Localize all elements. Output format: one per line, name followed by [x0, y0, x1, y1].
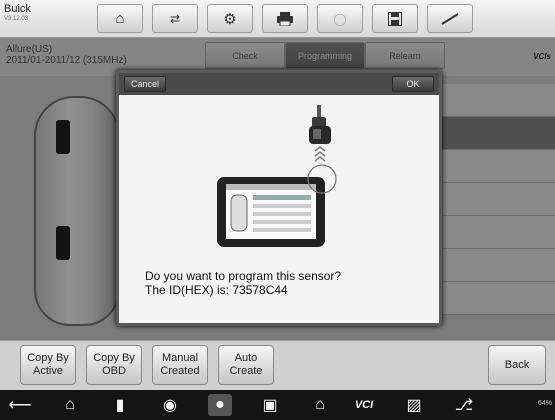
program-sensor-dialog: Cancel OK Do you want to program this se…	[116, 70, 442, 326]
tpms-sensor-icon	[309, 105, 331, 144]
settings-button[interactable]: ⚙	[207, 4, 253, 33]
usb-icon[interactable]: ⎇	[452, 394, 476, 416]
recent-apps-icon[interactable]: ▮	[108, 394, 132, 416]
annotate-button[interactable]	[427, 4, 473, 33]
vehicle-swap-icon: ⇄	[169, 11, 181, 26]
screen-record-icon[interactable]: ▣	[258, 394, 282, 416]
vehicle-swap-button[interactable]: ⇄	[152, 4, 198, 33]
dialog-message: Do you want to program this sensor? The …	[145, 269, 341, 297]
tablet-device-icon	[217, 177, 325, 247]
home-icon: ⌂	[115, 10, 125, 27]
save-button[interactable]	[372, 4, 418, 33]
back-button[interactable]: Back	[488, 345, 546, 385]
print-button[interactable]	[262, 4, 308, 33]
camera-icon[interactable]: ●	[208, 394, 232, 416]
app-version: V3.12.03	[4, 16, 29, 22]
programming-illustration	[217, 105, 337, 247]
status-area: 64%	[538, 400, 552, 407]
dialog-header: Cancel OK	[119, 73, 439, 95]
save-icon	[388, 11, 402, 26]
top-toolbar: Buick V3.12.03 ⌂ ⇄ ⚙ ◯	[0, 0, 555, 38]
signal-waves-icon	[314, 146, 326, 162]
copy-by-obd-button[interactable]: Copy By OBD	[86, 345, 142, 385]
vci-icon[interactable]: VCI	[352, 394, 376, 416]
disabled-button[interactable]: ◯	[317, 4, 363, 33]
system-nav-bar: ⟵ ⌂ ▮ ◉ ● ▣ ⌂ VCI ▨ ⎇ 64%	[0, 390, 555, 420]
ok-button[interactable]: OK	[392, 76, 434, 92]
gear-icon: ⚙	[223, 10, 237, 28]
home-button[interactable]: ⌂	[97, 4, 143, 33]
dialog-question: Do you want to program this sensor?	[145, 269, 342, 283]
back-icon[interactable]: ⟵	[8, 394, 32, 416]
brand-name: Buick	[4, 3, 31, 15]
function-bar: Copy By Active Copy By OBD Manual Create…	[0, 340, 555, 390]
printer-icon	[277, 11, 293, 26]
auto-create-button[interactable]: Auto Create	[218, 345, 274, 385]
car-icon[interactable]: ▨	[402, 394, 426, 416]
home-icon[interactable]: ⌂	[58, 394, 82, 416]
disabled-icon: ◯	[333, 11, 347, 26]
manual-created-button[interactable]: Manual Created	[152, 345, 208, 385]
sensor-id-text: The ID(HEX) is: 73578C44	[145, 283, 288, 297]
pen-icon	[441, 12, 459, 25]
brand: Buick V3.12.03	[4, 3, 31, 23]
copy-by-active-button[interactable]: Copy By Active	[20, 345, 76, 385]
chrome-icon[interactable]: ◉	[158, 394, 182, 416]
maxisys-icon[interactable]: ⌂	[308, 394, 332, 416]
battery-level: 64%	[537, 400, 552, 407]
cancel-button[interactable]: Cancel	[124, 76, 166, 92]
